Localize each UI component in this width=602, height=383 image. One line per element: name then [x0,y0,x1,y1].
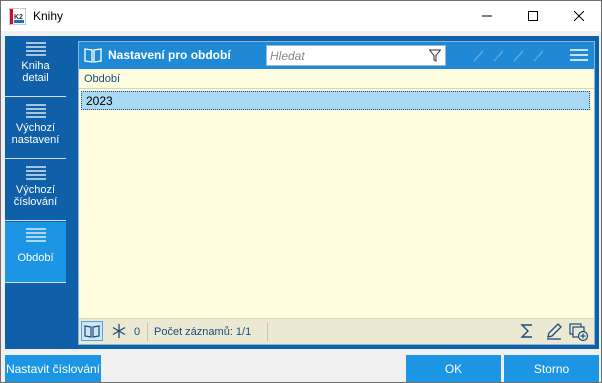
cancel-button[interactable]: Storno [504,355,599,382]
selected-count: 0 [134,326,141,338]
close-icon [574,11,584,21]
app-icon: K2 [9,8,26,25]
panel-title: Nastavení pro období [108,48,231,62]
list-icon [25,104,46,118]
sidebar-item-label: detail [22,72,49,84]
filter-icon[interactable] [429,49,441,62]
maximize-icon [528,11,538,21]
title-bar[interactable]: K2 Knihy [1,1,601,31]
set-numbering-button[interactable]: Nastavit číslování [5,355,101,382]
minimize-button[interactable] [464,1,510,31]
row-cell-obdobi: 2023 [86,94,113,108]
window-title: Knihy [33,9,64,23]
sidebar-item-label: Výchozí [15,122,56,134]
sidebar-item-vychozi-nastaveni[interactable]: Výchozí nastavení [5,98,66,159]
sum-icon[interactable] [519,322,535,340]
sidebar-item-label: Kniha [21,60,50,72]
sidebar-item-kniha-detail[interactable]: Kniha detail [5,36,66,97]
book-view-button[interactable] [81,321,103,341]
sidebar-item-label: nastavení [11,134,60,146]
list-icon [25,228,46,242]
maximize-button[interactable] [510,1,556,31]
sidebar-item-obdobi[interactable]: Období [5,222,66,283]
sidebar-item-label: Období [17,252,54,264]
menu-icon[interactable] [569,47,589,63]
svg-text:K2: K2 [14,14,23,21]
periods-panel: Nastavení pro období Období 2023 [78,41,595,345]
sidebar: Kniha detail Výchozí nastavení Výchozí č… [5,36,66,349]
records-count: Počet záznamů: 1/1 [154,326,252,338]
divider [267,323,268,341]
column-header-label: Období [84,73,121,85]
snowflake-icon[interactable] [111,323,127,339]
ok-button[interactable]: OK [406,355,501,382]
divider [147,323,148,341]
search-input[interactable] [267,46,417,65]
minimize-icon [482,15,492,17]
sidebar-item-label: číslování [13,196,58,208]
panel-header: Nastavení pro období [79,42,594,69]
disabled-tools-icon [473,50,544,62]
book-icon [84,48,102,63]
knihy-window: K2 Knihy Kniha detail Výchozí nastavení … [0,0,602,383]
add-record-icon[interactable] [569,322,589,342]
search-box[interactable] [266,45,446,66]
close-button[interactable] [556,1,602,31]
list-icon [25,166,46,180]
list-icon [25,42,46,56]
column-header-obdobi[interactable]: Období [79,69,594,89]
table-row[interactable]: 2023 [81,91,590,110]
sidebar-item-vychozi-cislovani[interactable]: Výchozí číslování [5,160,66,221]
book-icon [84,324,100,338]
sidebar-item-label: Výchozí [15,184,56,196]
panel-footer: 0 Počet záznamů: 1/1 [79,318,594,344]
edit-icon[interactable] [545,322,563,340]
